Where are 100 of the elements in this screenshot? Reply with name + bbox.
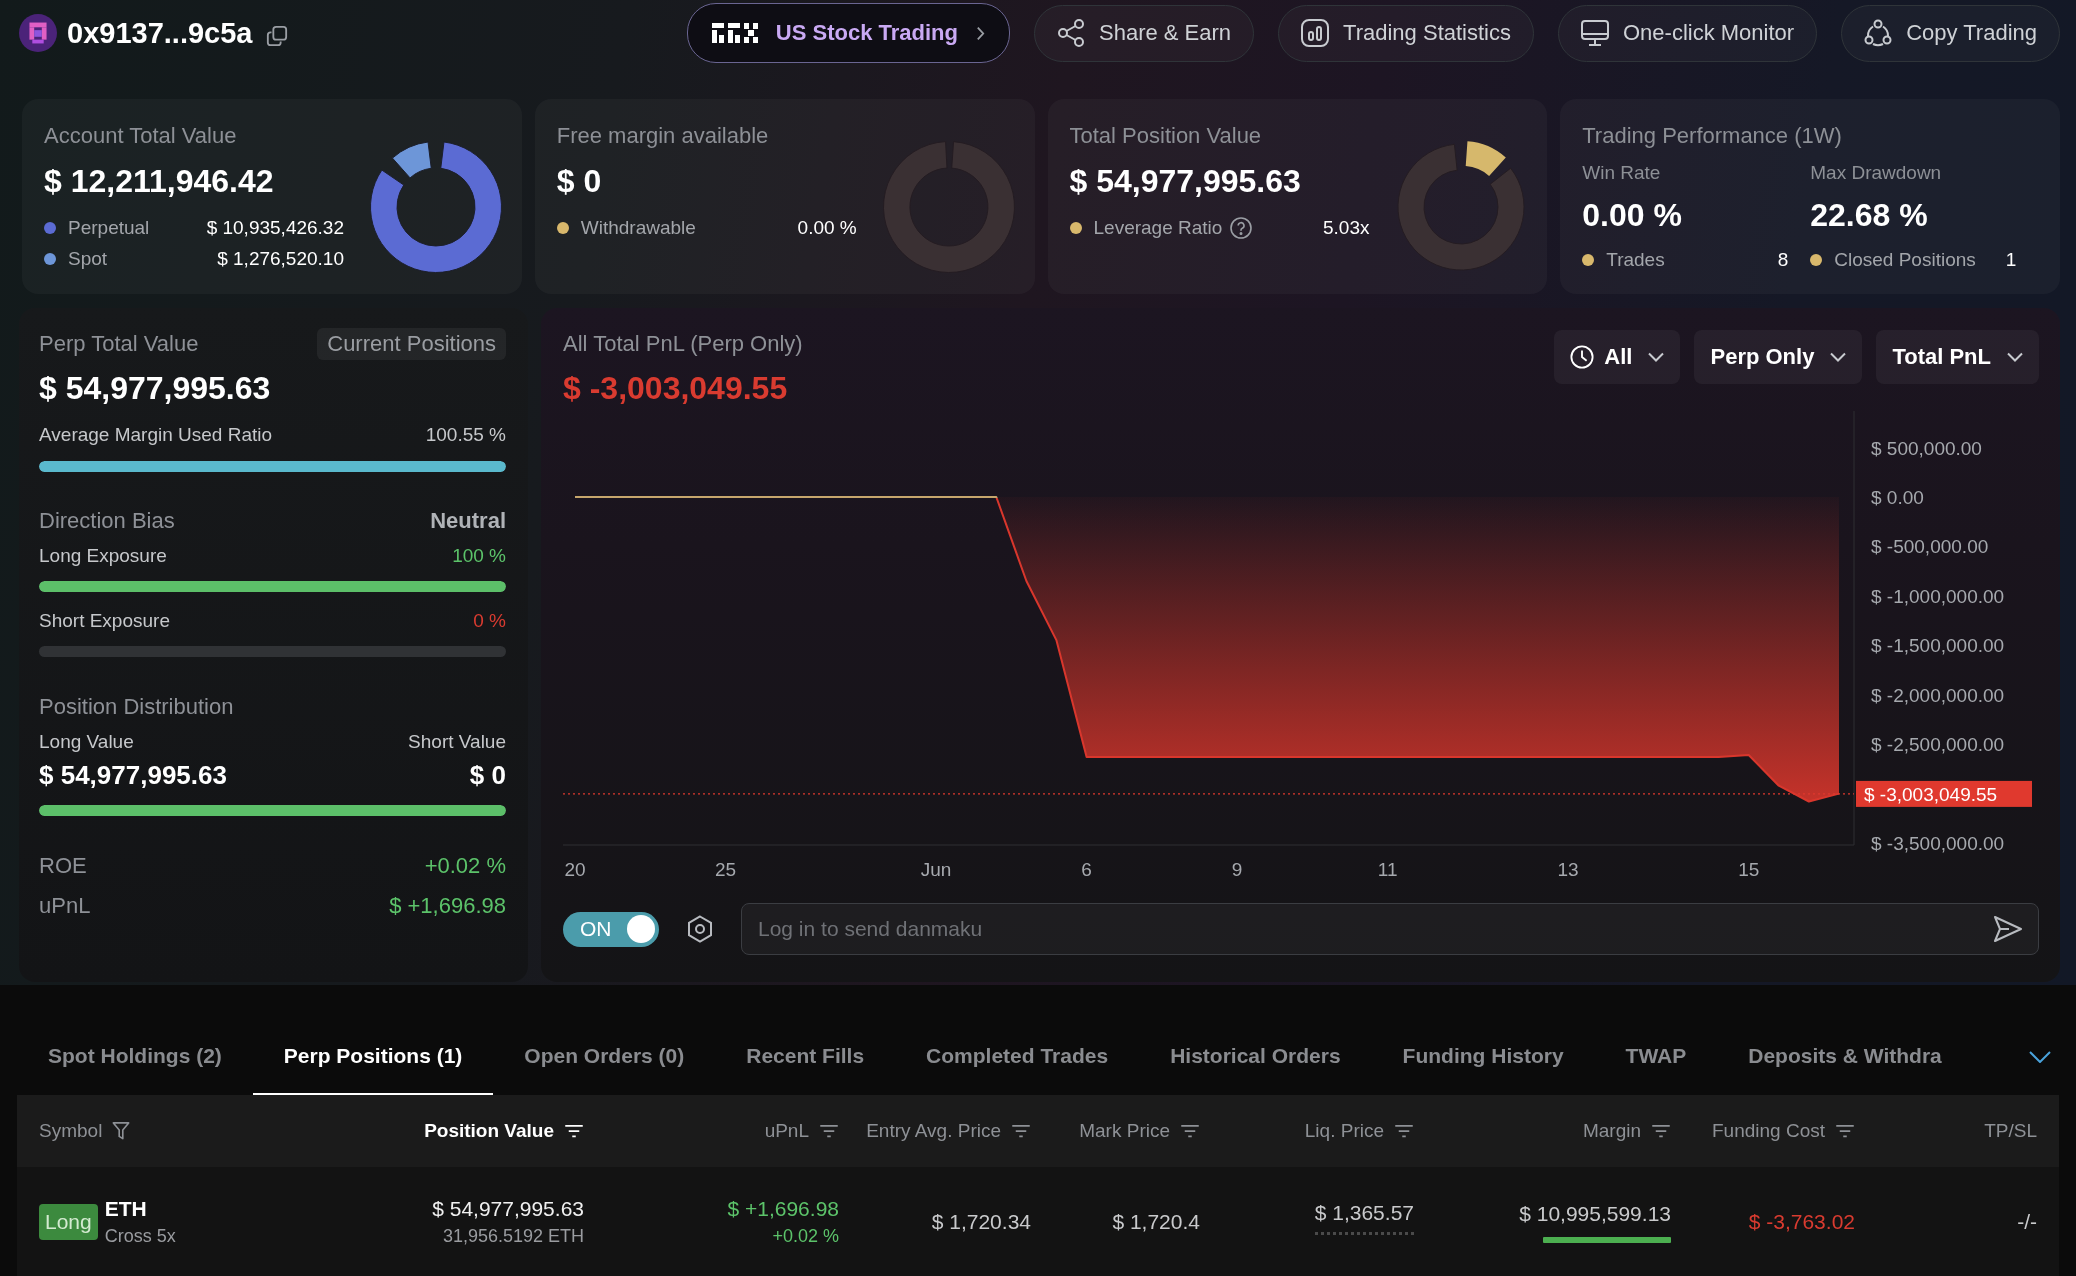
- tab[interactable]: Spot Holdings (2): [17, 1019, 253, 1095]
- circular-nodes-icon: [1864, 19, 1893, 47]
- legend-label: Closed Positions: [1834, 249, 1976, 271]
- tab[interactable]: TWAP: [1594, 1019, 1718, 1095]
- filter-dropdown[interactable]: Total PnL: [1876, 330, 2039, 384]
- share-icon: [1057, 19, 1085, 47]
- metric-reading: 100.55 %: [425, 424, 506, 446]
- column-header[interactable]: Position Value: [424, 1116, 584, 1146]
- danmaku-input[interactable]: Log in to send danmaku: [741, 903, 2039, 955]
- metric-value: +0.02 %: [424, 853, 506, 879]
- x-axis-label: 25: [714, 859, 737, 880]
- exposure-reading: 0 %: [473, 610, 506, 632]
- help-icon[interactable]: [1230, 217, 1253, 239]
- legend-dot-icon: [1810, 254, 1823, 266]
- legend-dot-icon: [1582, 254, 1595, 266]
- y-axis-label: $ -500,000.00: [1871, 536, 1989, 558]
- side-badge: Long: [39, 1203, 98, 1240]
- mark-price: $ 1,720.4: [1112, 1208, 1200, 1235]
- metric-label: Average Margin Used Ratio: [39, 424, 273, 446]
- pnl-value: $ -3,003,049.55: [563, 369, 789, 407]
- upnl-value: $ +1,696.98: [727, 1195, 839, 1222]
- ref-line-label: $ -3,003,049.55: [1864, 783, 1998, 805]
- y-axis-label: $ -2,000,000.00: [1871, 684, 2005, 706]
- legend-dot-icon: [1069, 222, 1082, 234]
- x-axis-label: 6: [1081, 859, 1092, 880]
- card-value: $ 12,211,946.42: [44, 162, 275, 200]
- copy-trading-button[interactable]: Copy Trading: [1841, 4, 2060, 62]
- tab[interactable]: Funding History: [1371, 1019, 1595, 1095]
- send-icon[interactable]: [1993, 915, 2023, 943]
- column-header[interactable]: Liq. Price: [1304, 1116, 1414, 1146]
- tp-sl-value: -/-: [2017, 1208, 2037, 1235]
- x-axis-label: 20: [564, 859, 586, 880]
- y-axis-label: $ -3,500,000.00: [1871, 833, 2005, 854]
- legend-value: 8: [1777, 249, 1789, 271]
- statistics-button[interactable]: Trading Statistics: [1278, 4, 1534, 62]
- y-axis-label: $ 0.00: [1871, 487, 1924, 508]
- exposure-label: Long Exposure: [39, 545, 167, 567]
- symbol-name: ETH: [104, 1195, 148, 1222]
- current-positions-button[interactable]: Current Positions: [317, 328, 506, 360]
- card-title: Total Position Value: [1069, 123, 1263, 149]
- filter-dropdown[interactable]: All: [1554, 330, 1681, 384]
- filter-icon[interactable]: [112, 1121, 131, 1141]
- card-value: $ 54,977,995.63: [1069, 162, 1302, 200]
- metric-label: uPnL: [39, 893, 91, 919]
- column-header[interactable]: Symbol: [39, 1116, 131, 1146]
- avatar-icon: [19, 14, 57, 52]
- pixel-logo-icon: [711, 23, 758, 43]
- y-axis-label: $ -1,000,000.00: [1871, 585, 2005, 607]
- filter-dropdown[interactable]: Perp Only: [1694, 330, 1863, 384]
- share-button[interactable]: Share & Earn: [1034, 4, 1255, 62]
- monitor-button[interactable]: One-click Monitor: [1558, 4, 1818, 62]
- clock-icon: [1570, 345, 1595, 369]
- legend-value: 0.00 %: [797, 217, 857, 239]
- margin-mode: Cross 5x: [104, 1224, 176, 1248]
- y-axis-label: $ -1,500,000.00: [1871, 635, 2005, 657]
- x-axis-label: 11: [1377, 859, 1398, 880]
- chevron-down-icon[interactable]: [2029, 1051, 2051, 1063]
- column-header[interactable]: TP/SL: [1984, 1116, 2037, 1146]
- column-header[interactable]: Funding Cost: [1712, 1116, 1855, 1146]
- monitor-icon: [1581, 19, 1609, 47]
- column-header[interactable]: uPnL: [764, 1116, 839, 1146]
- promo-button[interactable]: US Stock Trading: [686, 3, 1010, 63]
- margin-value: $ 10,995,599.13: [1519, 1200, 1671, 1227]
- tab[interactable]: Completed Trades: [895, 1019, 1140, 1095]
- legend-value: $ 10,935,426.32: [206, 217, 344, 239]
- chevron-down-icon: [2007, 352, 2023, 362]
- upnl-percent: +0.02 %: [772, 1224, 839, 1248]
- column-header[interactable]: Margin: [1582, 1116, 1671, 1146]
- legend-label: Trades: [1606, 249, 1665, 271]
- copy-icon[interactable]: [266, 25, 289, 47]
- chevron-down-icon: [1648, 352, 1665, 362]
- column-header[interactable]: Mark Price: [1079, 1116, 1200, 1146]
- chevron-down-icon: [1830, 352, 1847, 362]
- card-title: Free margin available: [556, 123, 770, 149]
- panel-title: All Total PnL (Perp Only): [563, 330, 803, 358]
- tab[interactable]: Deposits & Withdra: [1717, 1019, 1973, 1095]
- toggle-switch[interactable]: ON: [563, 911, 659, 947]
- metric-value: $ +1,696.98: [389, 893, 506, 919]
- tab[interactable]: Historical Orders: [1139, 1019, 1372, 1095]
- wallet-address: 0x9137...9c5a: [67, 16, 253, 51]
- column-header[interactable]: Entry Avg. Price: [866, 1116, 1031, 1146]
- position-size: 31,956.5192 ETH: [442, 1224, 584, 1248]
- legend-value: 5.03x: [1323, 217, 1370, 239]
- hexagon-icon[interactable]: [686, 915, 714, 943]
- x-axis-label: 15: [1738, 859, 1760, 880]
- legend-value: $ 1,276,520.10: [217, 248, 344, 270]
- metric-label: Max Drawdown: [1810, 161, 1943, 185]
- short-value-label: Short Value: [408, 731, 506, 753]
- tab[interactable]: Open Orders (0): [493, 1019, 716, 1095]
- exposure-label: Short Exposure: [39, 610, 170, 632]
- bar-chart-icon: [1301, 19, 1330, 47]
- long-value-label: Long Value: [39, 731, 134, 753]
- card-title: Account Total Value: [44, 123, 238, 149]
- liq-price: $ 1,365.57: [1314, 1199, 1414, 1235]
- short-value: $ 0: [469, 759, 506, 791]
- y-axis-label: $ -2,500,000.00: [1871, 734, 2005, 756]
- tab[interactable]: Recent Fills: [715, 1019, 896, 1095]
- legend-label: Leverage Ratio: [1093, 217, 1223, 239]
- legend-dot-icon: [556, 222, 569, 234]
- perp-total-value: $ 54,977,995.63: [39, 369, 272, 407]
